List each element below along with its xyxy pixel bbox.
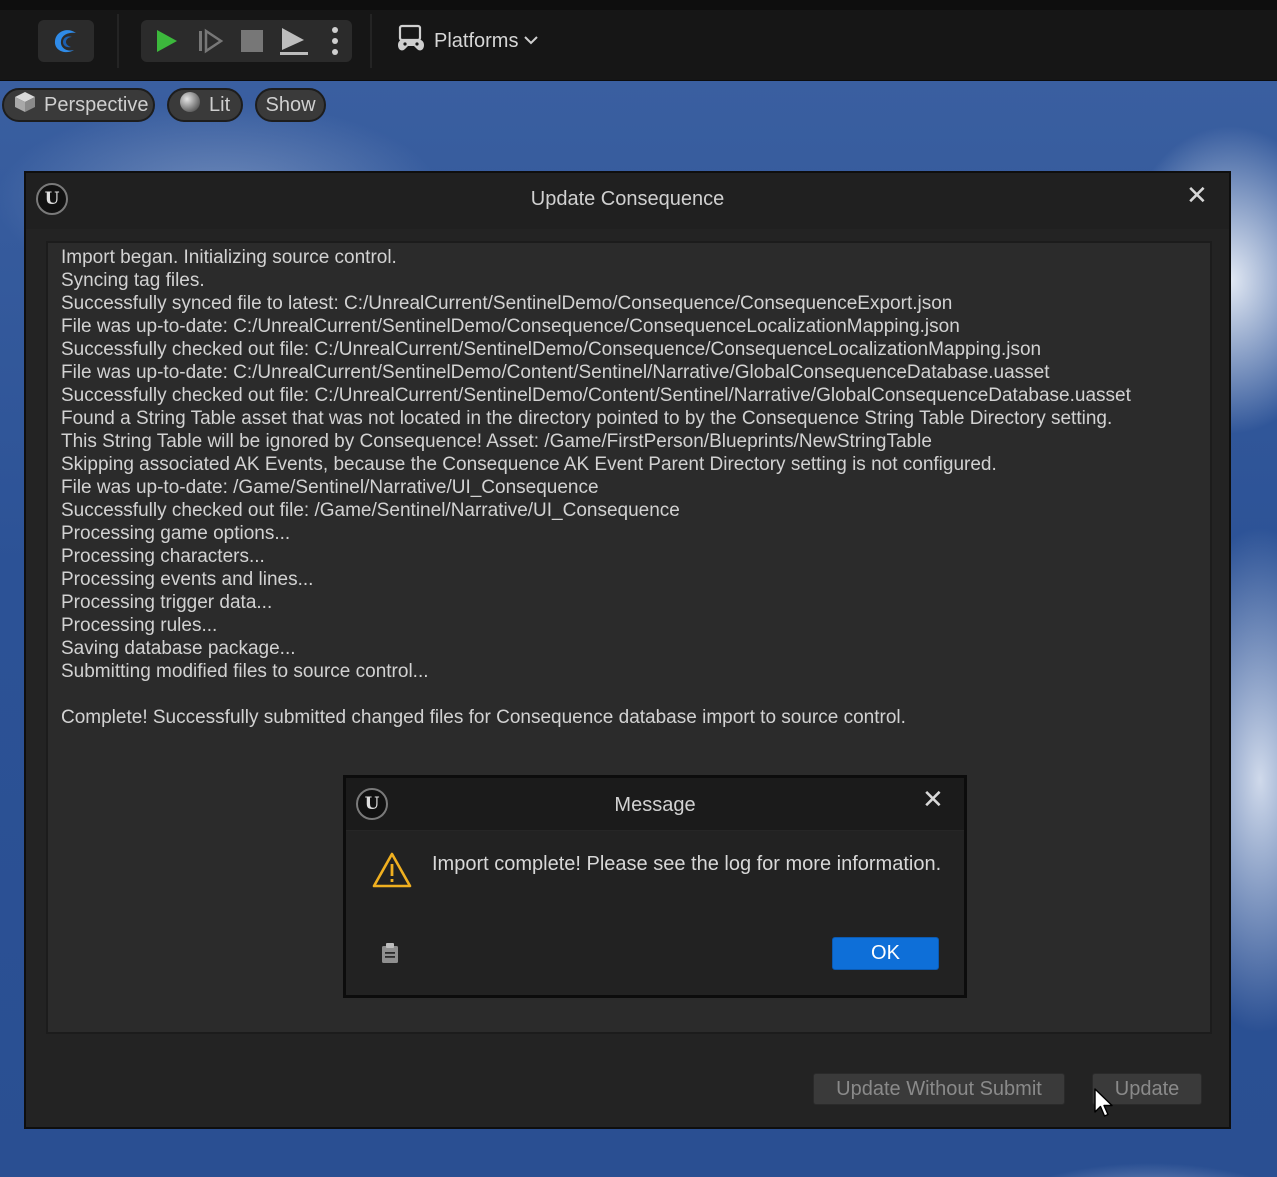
ue-mode-button[interactable]: [38, 20, 94, 62]
gamepad-icon: [396, 23, 426, 59]
perspective-label: Perspective: [44, 93, 149, 116]
log-line: Processing game options...: [61, 523, 291, 544]
log-line: Saving database package...: [61, 638, 296, 659]
toolbar-separator: [117, 14, 119, 68]
more-vertical-icon[interactable]: [317, 20, 353, 62]
mouse-cursor-icon: [1094, 1088, 1114, 1123]
eject-icon[interactable]: [275, 20, 313, 62]
show-button[interactable]: Show: [255, 88, 326, 122]
log-line: File was up-to-date: C:/UnrealCurrent/Se…: [61, 362, 1050, 383]
log-line: Successfully checked out file: /Game/Sen…: [61, 500, 680, 521]
log-line: Processing events and lines...: [61, 569, 314, 590]
update-without-submit-button[interactable]: Update Without Submit: [813, 1073, 1065, 1105]
log-line: Import began. Initializing source contro…: [61, 247, 397, 268]
log-line: Successfully synced file to latest: C:/U…: [61, 293, 953, 314]
log-line: This String Table will be ignored by Con…: [61, 431, 932, 452]
log-line: Processing characters...: [61, 546, 265, 567]
perspective-button[interactable]: Perspective: [2, 88, 155, 122]
message-dialog: U Message ✕ Import complete! Please see …: [343, 775, 967, 998]
log-line: Found a String Table asset that was not …: [61, 408, 1113, 429]
ok-button[interactable]: OK: [832, 937, 939, 970]
play-controls: [141, 20, 352, 62]
platforms-menu[interactable]: Platforms: [396, 20, 556, 62]
log-text: Import began. Initializing source contro…: [61, 246, 1204, 729]
sphere-icon: [179, 91, 201, 119]
platforms-label: Platforms: [434, 29, 519, 52]
cube-icon: [14, 91, 36, 119]
message-text: Import complete! Please see the log for …: [432, 853, 942, 875]
log-line: Processing trigger data...: [61, 592, 273, 613]
log-line: File was up-to-date: C:/UnrealCurrent/Se…: [61, 316, 960, 337]
close-icon[interactable]: ✕: [922, 786, 944, 812]
warning-icon: [372, 852, 412, 893]
close-icon[interactable]: ✕: [1186, 182, 1208, 208]
toolbar-top-strip: [0, 0, 1277, 10]
log-line: Processing rules...: [61, 615, 218, 636]
log-line: Successfully checked out file: C:/Unreal…: [61, 339, 1042, 360]
lit-label: Lit: [209, 93, 231, 116]
log-line: Complete! Successfully submitted changed…: [61, 707, 906, 728]
toolbar-separator: [370, 14, 372, 68]
log-line: File was up-to-date: /Game/Sentinel/Narr…: [61, 477, 599, 498]
clipboard-icon[interactable]: [381, 942, 399, 969]
main-toolbar: Platforms: [0, 0, 1277, 81]
log-line: Syncing tag files.: [61, 270, 205, 291]
chevron-down-icon: [524, 32, 539, 50]
log-line: Submitting modified files to source cont…: [61, 661, 429, 682]
dialog-title: Update Consequence: [530, 188, 725, 210]
step-icon[interactable]: [191, 20, 229, 62]
show-label: Show: [265, 93, 316, 116]
message-title: Message: [614, 794, 696, 816]
log-line: Successfully checked out file: C:/Unreal…: [61, 385, 1131, 406]
log-line: Skipping associated AK Events, because t…: [61, 454, 997, 475]
lit-button[interactable]: Lit: [167, 88, 243, 122]
play-icon[interactable]: [147, 20, 185, 62]
ue-swirl-icon: [47, 20, 85, 62]
stop-icon[interactable]: [233, 20, 271, 62]
